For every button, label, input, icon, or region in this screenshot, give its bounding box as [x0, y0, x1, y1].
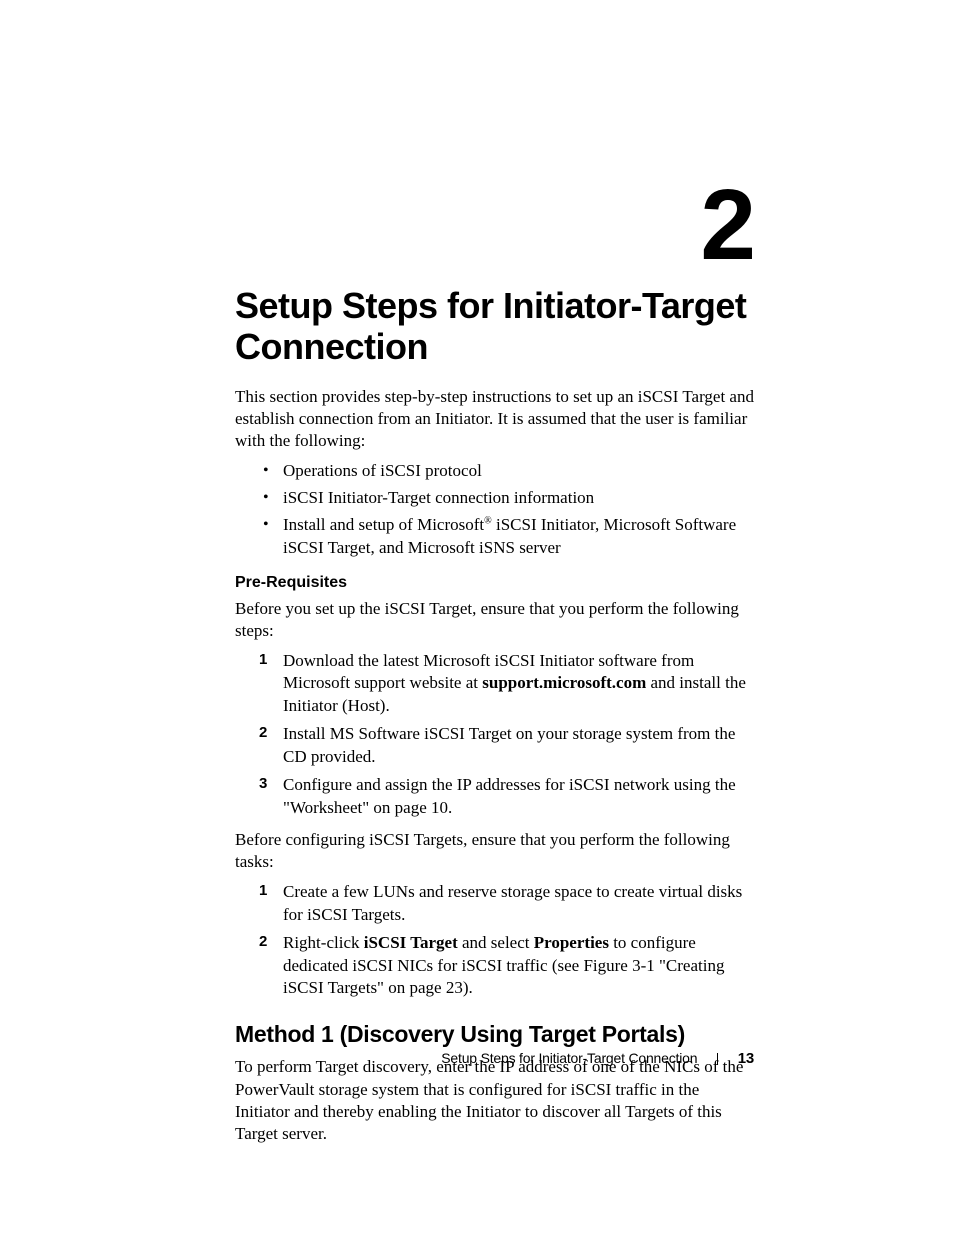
link-text: support.microsoft.com [482, 673, 646, 692]
list-item: Configure and assign the IP addresses fo… [283, 774, 755, 819]
list-item: Download the latest Microsoft iSCSI Init… [283, 650, 755, 717]
page: 2 Setup Steps for Initiator-Target Conne… [0, 0, 954, 1235]
list-item: Install MS Software iSCSI Target on your… [283, 723, 755, 768]
chapter-title: Setup Steps for Initiator-Target Connect… [235, 285, 755, 368]
footer-label: Setup Steps for Initiator-Target Connect… [441, 1050, 697, 1066]
list-item: Right-click iSCSI Target and select Prop… [283, 932, 755, 999]
list-item: Operations of iSCSI protocol [283, 460, 755, 483]
prerequisites-heading: Pre-Requisites [235, 574, 755, 592]
page-number: 13 [738, 1050, 754, 1067]
tasks-steps-list: Create a few LUNs and reserve storage sp… [235, 881, 755, 999]
intro-bullet-list: Operations of iSCSI protocol iSCSI Initi… [235, 460, 755, 560]
prereq-steps-list: Download the latest Microsoft iSCSI Init… [235, 650, 755, 819]
chapter-number: 2 [700, 175, 754, 275]
ui-term: Properties [534, 933, 609, 952]
list-item: Create a few LUNs and reserve storage sp… [283, 881, 755, 926]
text: Install and setup of Microsoft [283, 515, 484, 534]
list-item: Install and setup of Microsoft® iSCSI In… [283, 514, 755, 560]
between-paragraph: Before configuring iSCSI Targets, ensure… [235, 829, 755, 873]
method1-heading: Method 1 (Discovery Using Target Portals… [235, 1021, 755, 1048]
text: and select [458, 933, 534, 952]
content-area: Setup Steps for Initiator-Target Connect… [235, 285, 755, 1153]
page-footer: Setup Steps for Initiator-Target Connect… [441, 1050, 754, 1067]
list-item: iSCSI Initiator-Target connection inform… [283, 487, 755, 510]
method1-body: To perform Target discovery, enter the I… [235, 1056, 755, 1144]
footer-separator [717, 1053, 718, 1065]
prereq-intro: Before you set up the iSCSI Target, ensu… [235, 598, 755, 642]
ui-term: iSCSI Target [364, 933, 458, 952]
text: Right-click [283, 933, 364, 952]
registered-symbol: ® [484, 515, 492, 526]
intro-paragraph: This section provides step-by-step instr… [235, 386, 755, 452]
